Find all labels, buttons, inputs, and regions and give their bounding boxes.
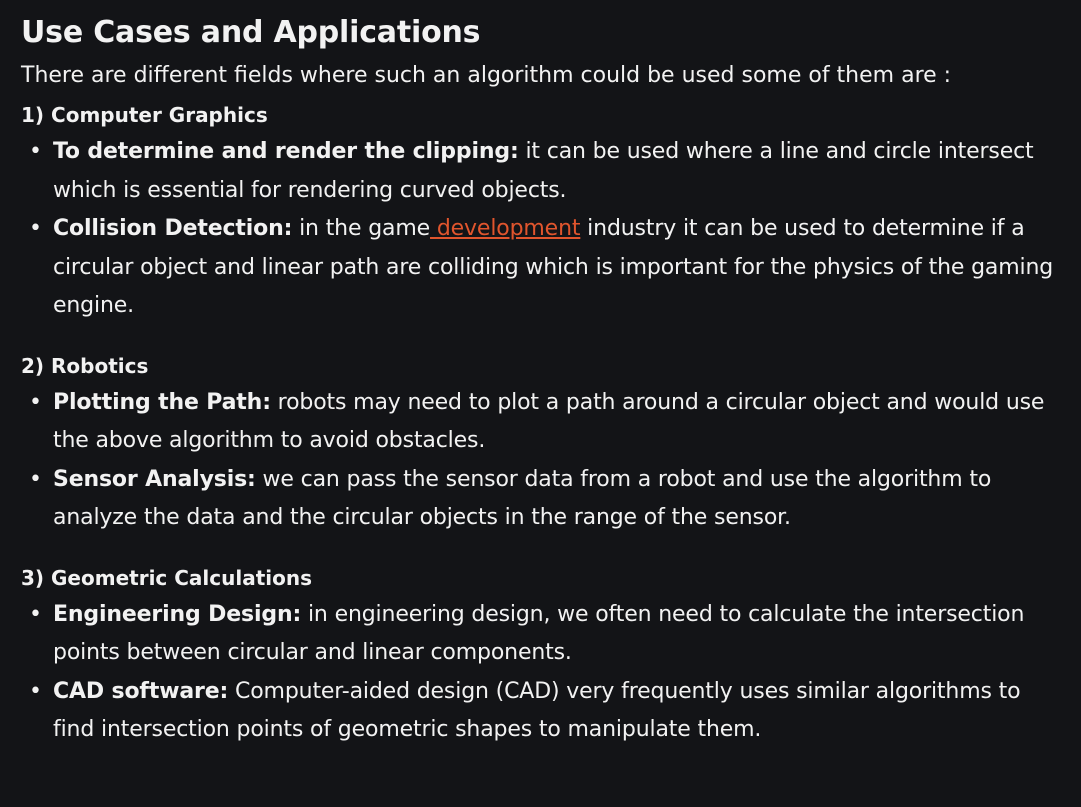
- section-robotics: 2) Robotics • Plotting the Path: robots …: [21, 352, 1061, 538]
- section-heading: 2) Robotics: [21, 353, 149, 378]
- item-term: To determine and render the clipping:: [53, 139, 519, 164]
- bullet-icon: •: [29, 216, 42, 241]
- section-geometric-calculations: 3) Geometric Calculations • Engineering …: [21, 564, 1061, 750]
- list-item: • To determine and render the clipping: …: [21, 133, 1061, 210]
- item-term: Collision Detection:: [53, 216, 293, 241]
- list-item: • Collision Detection: in the game devel…: [21, 210, 1061, 326]
- page-title: Use Cases and Applications: [21, 15, 481, 50]
- item-term: CAD software:: [53, 678, 229, 704]
- development-link[interactable]: development: [430, 216, 581, 241]
- article-content: Use Cases and Applications There are dif…: [0, 0, 1081, 750]
- item-description: in the game: [292, 216, 431, 241]
- item-term: Engineering Design:: [53, 601, 302, 627]
- item-term: Sensor Analysis:: [53, 466, 256, 492]
- list-item: • Plotting the Path: robots may need to …: [21, 384, 1061, 461]
- item-term: Plotting the Path:: [53, 389, 271, 415]
- bullet-icon: •: [29, 601, 42, 627]
- section-computer-graphics: 1) Computer Graphics • To determine and …: [21, 101, 1061, 326]
- bullet-list: • To determine and render the clipping: …: [21, 133, 1061, 326]
- list-item: • CAD software: Computer-aided design (C…: [21, 673, 1061, 750]
- bullet-icon: •: [29, 389, 42, 415]
- section-heading: 3) Geometric Calculations: [21, 565, 313, 590]
- list-item: • Engineering Design: in engineering des…: [21, 596, 1061, 673]
- intro-paragraph: There are different fields where such an…: [21, 63, 952, 88]
- bullet-list: • Engineering Design: in engineering des…: [21, 596, 1061, 750]
- bullet-icon: •: [29, 139, 42, 164]
- bullet-icon: •: [29, 466, 42, 492]
- bullet-icon: •: [29, 678, 42, 704]
- list-item: • Sensor Analysis: we can pass the senso…: [21, 461, 1061, 538]
- section-heading: 1) Computer Graphics: [21, 103, 268, 127]
- bullet-list: • Plotting the Path: robots may need to …: [21, 384, 1061, 538]
